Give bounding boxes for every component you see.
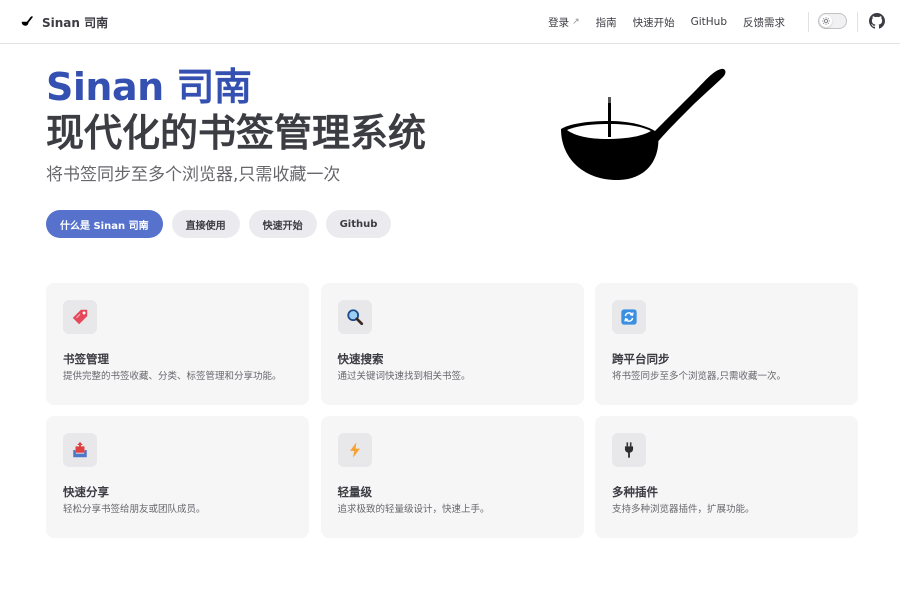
feature-title: 书签管理 [63, 352, 109, 366]
hero-tagline: 将书签同步至多个浏览器,只需收藏一次 [46, 165, 341, 185]
feature-title: 快速分享 [63, 485, 109, 499]
feature-card: 跨平台同步 将书签同步至多个浏览器,只需收藏一次。 [595, 283, 858, 405]
feature-title: 跨平台同步 [612, 352, 670, 366]
nav-link-github[interactable]: GitHub [683, 16, 735, 28]
sinan-spoon-icon [561, 68, 726, 181]
hero-image [555, 63, 730, 185]
external-link-icon: ↗ [572, 17, 580, 27]
feature-card: 书签管理 提供完整的书签收藏、分类、标签管理和分享功能。 [46, 283, 309, 405]
feature-title: 多种插件 [612, 485, 658, 499]
hero-headline: 现代化的书签管理系统 [46, 111, 427, 155]
feature-icon-box [612, 300, 646, 334]
feature-details: 将书签同步至多个浏览器,只需收藏一次。 [612, 371, 787, 382]
feature-title: 轻量级 [337, 485, 373, 499]
magnifier-icon [346, 309, 363, 326]
nav-divider [857, 12, 858, 32]
feature-details: 通过关键词快速找到相关书签。 [337, 371, 471, 382]
feature-icon-box [63, 433, 97, 467]
feature-icon-box [63, 300, 97, 334]
feature-details: 追求极致的轻量级设计，快速上手。 [337, 504, 490, 515]
feature-title: 快速搜索 [337, 352, 384, 366]
sun-icon [822, 17, 830, 25]
nav-link-label: 反馈需求 [743, 16, 785, 29]
bookmark-tag-icon [72, 309, 88, 325]
nav-link-label: 快速开始 [632, 16, 675, 29]
hero-name: Sinan 司南 [46, 65, 252, 109]
nav-menu: 登录 ↗ 指南 快速开始 GitHub 反馈需求 [540, 0, 793, 44]
spoon-logo-icon [21, 16, 33, 26]
hero-actions: 什么是 Sinan 司南 直接使用 快速开始 Github [46, 210, 392, 238]
nav-link-label: 指南 [595, 16, 617, 29]
sync-icon [621, 309, 637, 325]
nav-divider [808, 12, 809, 32]
feature-details: 提供完整的书签收藏、分类、标签管理和分享功能。 [63, 371, 282, 382]
lightning-icon [349, 442, 360, 458]
feature-details: 轻松分享书签给朋友或团队成员。 [63, 504, 206, 515]
quick-start-button[interactable]: 快速开始 [248, 210, 317, 238]
top-navbar: Sinan 司南 登录 ↗ 指南 快速开始 GitHub 反馈需求 [0, 0, 900, 44]
appearance-toggle[interactable] [818, 13, 847, 29]
plug-icon [624, 442, 634, 458]
feature-icon-box [337, 300, 372, 334]
toggle-knob [820, 15, 832, 27]
feature-icon-box [337, 433, 372, 467]
feature-card: 快速搜索 通过关键词快速找到相关书签。 [320, 283, 584, 405]
nav-link-login[interactable]: 登录 ↗ [540, 15, 588, 30]
brand-home-link[interactable]: Sinan 司南 [20, 0, 108, 44]
feature-card: 快速分享 轻松分享书签给朋友或团队成员。 [46, 416, 309, 538]
nav-link-guide[interactable]: 指南 [588, 15, 625, 30]
share-tray-icon [73, 441, 87, 458]
github-button[interactable]: Github [325, 210, 392, 238]
github-icon[interactable] [869, 13, 885, 29]
nav-link-label: 登录 [548, 16, 570, 29]
features-grid: 书签管理 提供完整的书签收藏、分类、标签管理和分享功能。 快速搜索 通过关键词快… [46, 283, 858, 538]
feature-card: 多种插件 支持多种浏览器插件，扩展功能。 [595, 416, 858, 538]
feature-card: 轻量级 追求极致的轻量级设计，快速上手。 [320, 416, 584, 538]
nav-link-label: GitHub [690, 16, 727, 28]
feature-details: 支持多种浏览器插件，扩展功能。 [612, 504, 755, 515]
what-is-sinan-button[interactable]: 什么是 Sinan 司南 [46, 210, 163, 238]
use-directly-button[interactable]: 直接使用 [171, 210, 240, 238]
site-title: Sinan 司南 [42, 15, 109, 30]
feature-icon-box [612, 433, 646, 467]
nav-link-feedback[interactable]: 反馈需求 [735, 15, 793, 30]
nav-link-quickstart[interactable]: 快速开始 [625, 15, 683, 30]
